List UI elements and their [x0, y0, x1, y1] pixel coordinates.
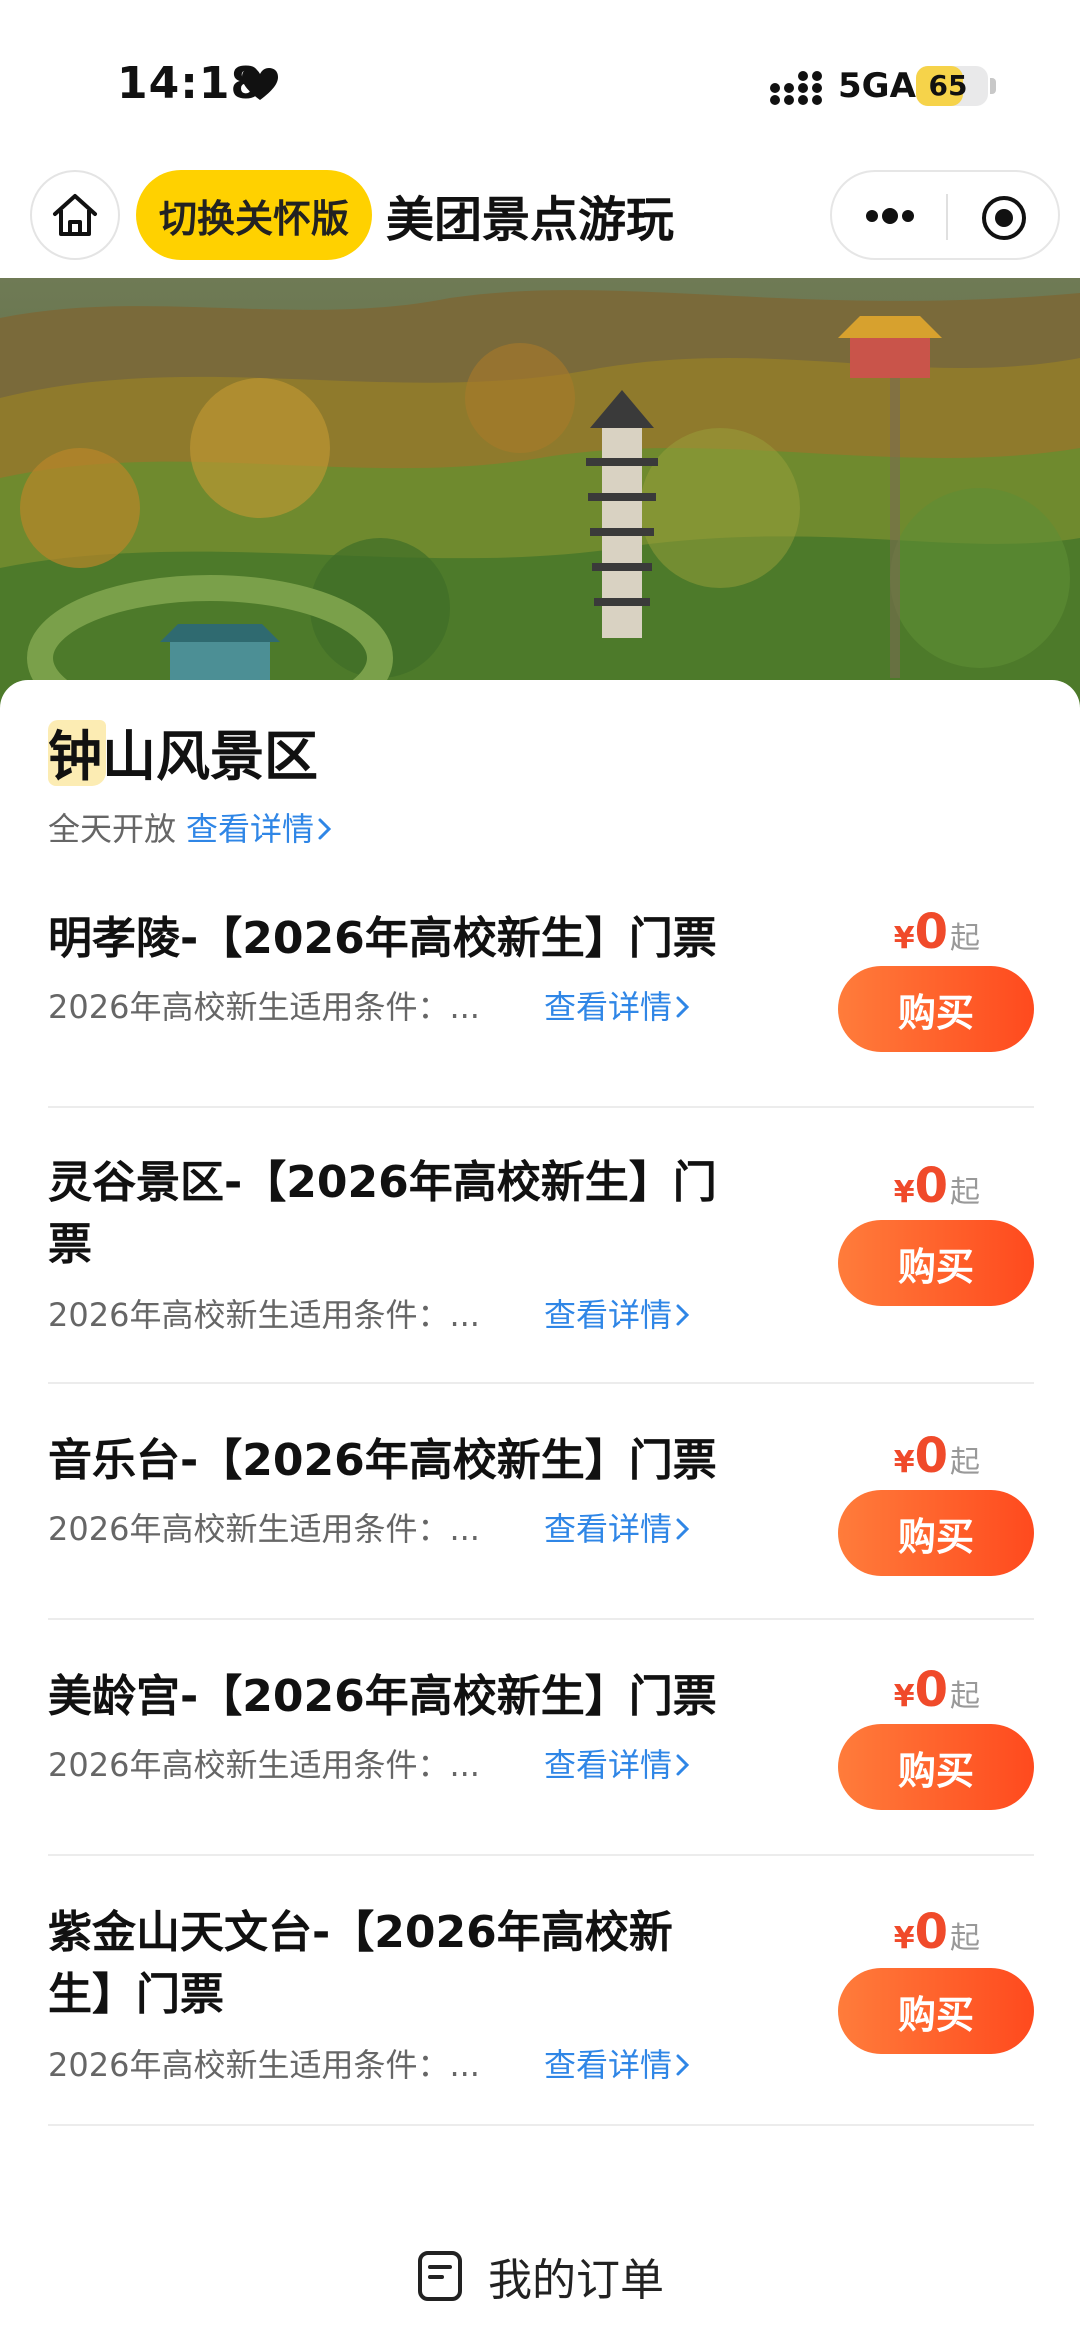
ticket-item[interactable]: 音乐台-【2026年高校新生】门票 2026年高校新生适用条件：... 查看详情…	[48, 1384, 1034, 1620]
open-hours-row: 全天开放 查看详情	[48, 804, 334, 850]
price-value: 0	[914, 1428, 948, 1484]
price-symbol: ¥	[893, 921, 915, 956]
price-symbol: ¥	[893, 1679, 915, 1714]
chevron-right-icon	[676, 1518, 690, 1540]
ticket-price: ¥0起	[894, 904, 980, 960]
ticket-name: 美龄宫-【2026年高校新生】门票	[48, 1671, 717, 1722]
ticket-item[interactable]: 明孝陵-【2026年高校新生】门票 2026年高校新生适用条件：... 查看详情…	[48, 904, 1034, 1108]
banner-illustration	[0, 278, 1080, 708]
order-list-icon	[418, 2251, 462, 2301]
ticket-card: 钟山风景区 全天开放 查看详情 明孝陵-【2026年高校新生】门票 2026年高校…	[0, 680, 1080, 2348]
battery-icon: 65	[916, 66, 988, 106]
ticket-price: ¥0起	[894, 1158, 980, 1214]
ticket-detail-link-label: 查看详情	[544, 1296, 673, 1334]
status-bar: 14:18 5GA 65	[0, 0, 1080, 160]
mini-program-header: 切换关怀版 美团景点游玩	[0, 160, 1080, 280]
chevron-right-icon	[318, 818, 332, 840]
price-symbol: ¥	[893, 1175, 915, 1210]
ticket-detail-link[interactable]: 查看详情	[544, 2040, 692, 2086]
price-symbol: ¥	[893, 1445, 915, 1480]
ticket-detail-link-label: 查看详情	[544, 1746, 673, 1784]
ticket-condition: 2026年高校新生适用条件：...	[48, 1296, 480, 1334]
ticket-condition: 2026年高校新生适用条件：...	[48, 988, 480, 1026]
price-value: 0	[914, 1904, 948, 1960]
ticket-detail-link[interactable]: 查看详情	[544, 1290, 692, 1336]
buy-button[interactable]: 购买	[838, 1724, 1034, 1810]
ticket-name: 音乐台-【2026年高校新生】门票	[48, 1435, 717, 1486]
price-value: 0	[914, 904, 948, 960]
scenic-name: 钟山风景区	[48, 725, 318, 788]
chevron-right-icon	[676, 2054, 690, 2076]
more-dots-icon[interactable]	[862, 198, 918, 234]
my-orders-label: 我的订单	[488, 2255, 664, 2306]
ticket-condition: 2026年高校新生适用条件：...	[48, 1746, 480, 1784]
buy-button[interactable]: 购买	[838, 1968, 1034, 2054]
ticket-detail-link[interactable]: 查看详情	[544, 1504, 692, 1550]
my-orders-button[interactable]: 我的订单	[0, 2236, 1080, 2316]
price-value: 0	[914, 1662, 948, 1718]
battery-tip	[990, 78, 996, 94]
scenic-detail-link[interactable]: 查看详情	[186, 810, 334, 848]
chevron-right-icon	[676, 1754, 690, 1776]
network-label: 5GA	[838, 66, 916, 106]
home-icon	[53, 194, 97, 236]
open-hours: 全天开放	[48, 810, 177, 848]
ticket-price: ¥0起	[894, 1904, 980, 1960]
price-suffix: 起	[950, 921, 980, 956]
page-title: 美团景点游玩	[386, 192, 675, 248]
ticket-condition: 2026年高校新生适用条件：...	[48, 2046, 480, 2084]
buy-button[interactable]: 购买	[838, 1490, 1034, 1576]
price-symbol: ¥	[893, 1921, 915, 1956]
scenic-banner-image	[0, 278, 1080, 708]
ticket-name: 灵谷景区-【2026年高校新生】门票	[48, 1157, 717, 1270]
ticket-item[interactable]: 紫金山天文台-【2026年高校新生】门票 2026年高校新生适用条件：... 查…	[48, 1856, 1034, 2126]
care-mode-button[interactable]: 切换关怀版	[136, 170, 372, 260]
signal-icon	[770, 71, 822, 105]
price-suffix: 起	[950, 1679, 980, 1714]
battery-level: 65	[928, 69, 968, 102]
ticket-name: 紫金山天文台-【2026年高校新生】门票	[48, 1907, 673, 2020]
capsule-divider	[946, 194, 948, 240]
ticket-condition: 2026年高校新生适用条件：...	[48, 1510, 480, 1548]
ticket-price: ¥0起	[894, 1428, 980, 1484]
target-icon[interactable]	[980, 194, 1028, 242]
ticket-item[interactable]: 美龄宫-【2026年高校新生】门票 2026年高校新生适用条件：... 查看详情…	[48, 1620, 1034, 1856]
ticket-detail-link[interactable]: 查看详情	[544, 982, 692, 1028]
price-value: 0	[914, 1158, 948, 1214]
ticket-detail-link-label: 查看详情	[544, 1510, 673, 1548]
capsule-menu	[830, 170, 1060, 260]
ticket-name: 明孝陵-【2026年高校新生】门票	[48, 913, 717, 964]
buy-button[interactable]: 购买	[838, 966, 1034, 1052]
scenic-detail-link-label: 查看详情	[186, 810, 315, 848]
ticket-item[interactable]: 灵谷景区-【2026年高校新生】门票 2026年高校新生适用条件：... 查看详…	[48, 1108, 1034, 1384]
price-suffix: 起	[950, 1921, 980, 1956]
price-suffix: 起	[950, 1445, 980, 1480]
home-button[interactable]	[30, 170, 120, 260]
ticket-detail-link-label: 查看详情	[544, 2046, 673, 2084]
heart-icon	[242, 68, 278, 100]
price-suffix: 起	[950, 1175, 980, 1210]
ticket-detail-link-label: 查看详情	[544, 988, 673, 1026]
chevron-right-icon	[676, 996, 690, 1018]
ticket-price: ¥0起	[894, 1662, 980, 1718]
buy-button[interactable]: 购买	[838, 1220, 1034, 1306]
chevron-right-icon	[676, 1304, 690, 1326]
ticket-detail-link[interactable]: 查看详情	[544, 1740, 692, 1786]
